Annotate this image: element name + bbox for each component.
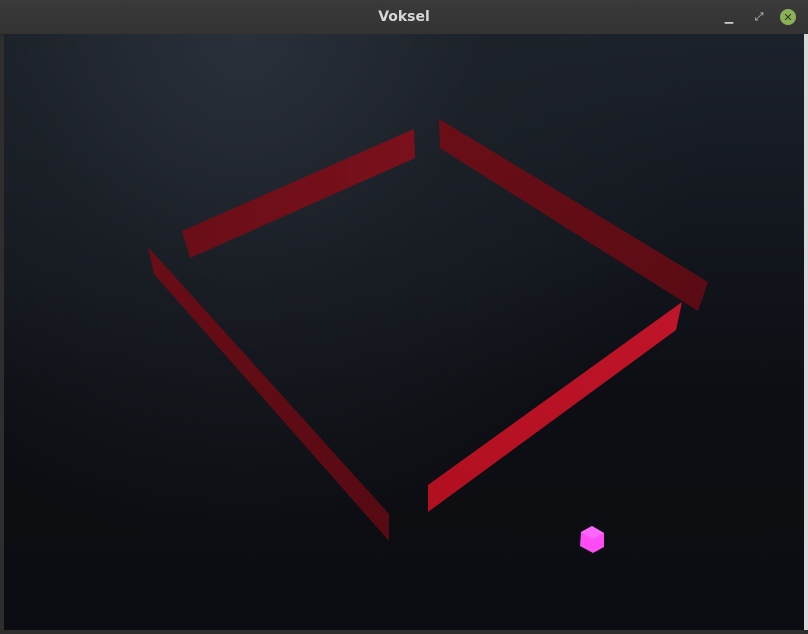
minimize-icon: ▁: [724, 10, 734, 24]
maximize-icon: ⤢: [754, 10, 764, 23]
close-button[interactable]: ✕: [780, 9, 796, 25]
minimize-button[interactable]: ▁: [720, 8, 738, 26]
game-viewport[interactable]: [4, 34, 804, 630]
window-edge-right: [804, 34, 808, 630]
scene-canvas: [148, 119, 708, 553]
window-title: Voksel: [378, 9, 430, 25]
wall-front-right: [428, 302, 682, 512]
wall-back-left: [182, 129, 415, 258]
app-window: Voksel ▁ ⤢ ✕: [0, 0, 808, 634]
wall-front-left: [148, 247, 389, 541]
window-edge-bottom: [0, 630, 808, 634]
titlebar[interactable]: Voksel ▁ ⤢ ✕: [0, 0, 808, 35]
close-icon: ✕: [783, 10, 793, 24]
wall-back-right: [439, 119, 708, 311]
maximize-button[interactable]: ⤢: [750, 8, 768, 26]
